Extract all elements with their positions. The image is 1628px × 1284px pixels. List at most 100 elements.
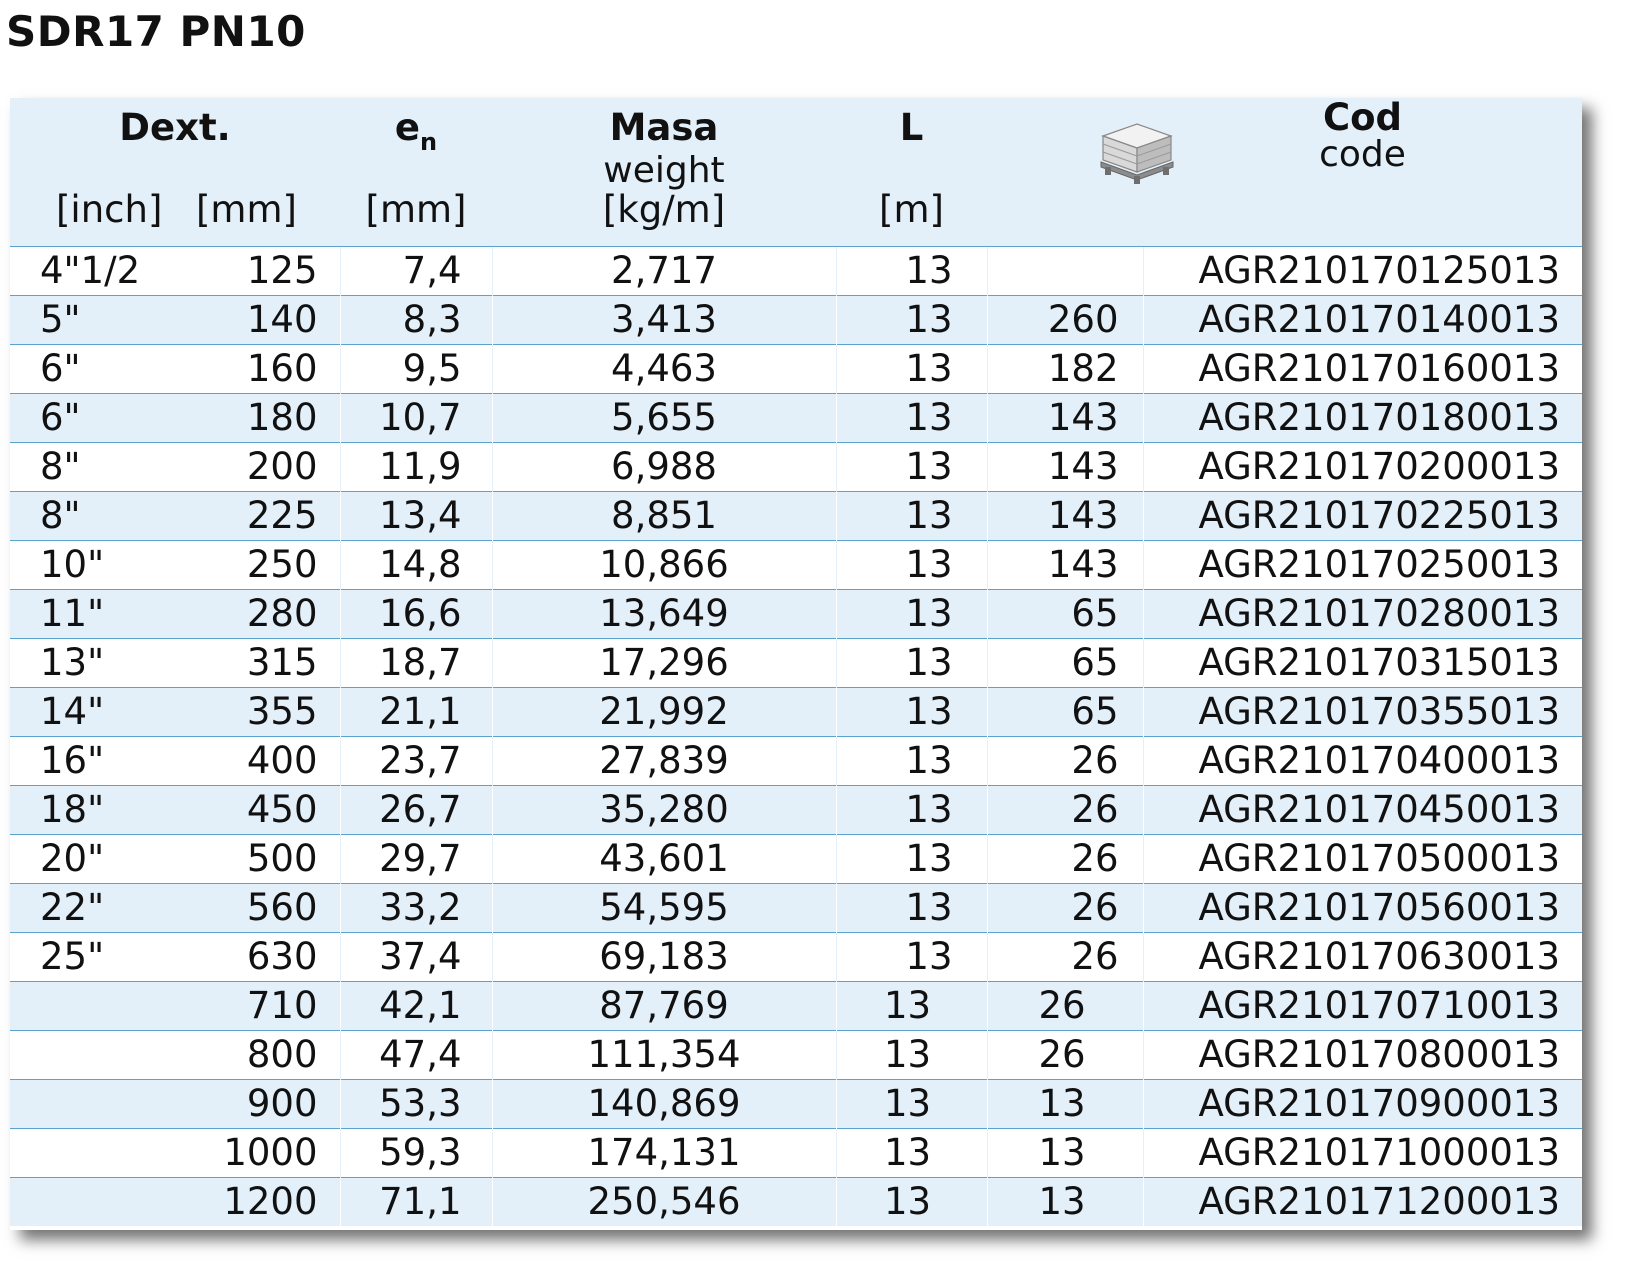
- cell-en: 37,4: [339, 932, 492, 982]
- cell-inch: 16": [10, 736, 175, 786]
- cell-masa: 43,601: [491, 834, 836, 884]
- cell-mm: 400: [175, 736, 340, 786]
- cell-en: 16,6: [339, 589, 492, 639]
- cell-length: 13: [835, 393, 987, 443]
- header-mm-unit: [mm]: [196, 188, 297, 231]
- table-row: 10" 250 14,8 10,866 13 143 AGR210170250013: [10, 540, 1582, 590]
- cell-code: AGR210171200013: [1142, 1177, 1582, 1226]
- cell-length: 13: [835, 295, 987, 345]
- cell-pallet-qty: 65: [986, 687, 1143, 737]
- cell-code: AGR210170280013: [1142, 589, 1582, 639]
- header-masa: Masa weight [kg/m]: [492, 98, 836, 247]
- cell-pallet-qty: 143: [986, 442, 1143, 492]
- cell-en: 42,1: [339, 981, 492, 1031]
- cell-mm: 250: [175, 540, 340, 590]
- cell-code: AGR210170140013: [1142, 295, 1582, 345]
- cell-pallet-qty: 143: [986, 393, 1143, 443]
- cell-inch: 20": [10, 834, 175, 884]
- cell-pallet-qty: 26: [986, 883, 1143, 933]
- header-l-label: L: [899, 106, 924, 149]
- cell-mm: 225: [175, 491, 340, 541]
- cell-pallet-qty: 26: [986, 834, 1143, 884]
- cell-length: 13: [835, 883, 987, 933]
- cell-mm: 450: [175, 785, 340, 835]
- cell-masa: 54,595: [491, 883, 836, 933]
- cell-en: 10,7: [339, 393, 492, 443]
- cell-inch: 22": [10, 883, 175, 933]
- cell-pallet-qty: 26: [986, 1030, 1143, 1080]
- cell-en: 21,1: [339, 687, 492, 737]
- header-cod-label: Cod: [1322, 98, 1403, 139]
- table-row: 710 42,1 87,769 13 26 AGR210170710013: [10, 981, 1582, 1031]
- cell-inch: [10, 1030, 175, 1080]
- cell-en: 9,5: [339, 344, 492, 394]
- header-code: Cod code: [987, 98, 1582, 247]
- cell-mm: 280: [175, 589, 340, 639]
- table-row: 25" 630 37,4 69,183 13 26 AGR210170630013: [10, 932, 1582, 982]
- cell-mm: 710: [175, 981, 340, 1031]
- cell-masa: 6,988: [491, 442, 836, 492]
- cell-code: AGR210170125013: [1142, 246, 1582, 296]
- cell-masa: 2,717: [491, 246, 836, 296]
- table-row: 5" 140 8,3 3,413 13 260 AGR210170140013: [10, 295, 1582, 345]
- cell-length: 13: [835, 1128, 987, 1178]
- cell-length: 13: [835, 785, 987, 835]
- header-en-sub: n: [420, 128, 438, 156]
- header-masa-label: Masa: [609, 106, 719, 149]
- cell-mm: 125: [175, 246, 340, 296]
- cell-pallet-qty: 13: [986, 1079, 1143, 1129]
- header-l-unit: [m]: [879, 188, 944, 231]
- table-row: 800 47,4 111,354 13 26 AGR210170800013: [10, 1030, 1582, 1080]
- table-row: 8" 200 11,9 6,988 13 143 AGR210170200013: [10, 442, 1582, 492]
- cell-masa: 13,649: [491, 589, 836, 639]
- cell-length: 13: [835, 1177, 987, 1226]
- cell-pallet-qty: [986, 246, 1143, 296]
- cell-code: AGR210170160013: [1142, 344, 1582, 394]
- header-dext: Dext. [inch] [mm]: [10, 98, 340, 247]
- table-row: 14" 355 21,1 21,992 13 65 AGR210170355013: [10, 687, 1582, 737]
- cell-code: AGR210170630013: [1142, 932, 1582, 982]
- cell-en: 29,7: [339, 834, 492, 884]
- cell-code: AGR210170500013: [1142, 834, 1582, 884]
- cell-masa: 3,413: [491, 295, 836, 345]
- cell-mm: 315: [175, 638, 340, 688]
- cell-en: 7,4: [339, 246, 492, 296]
- header-l: L [m]: [836, 98, 987, 247]
- cell-mm: 355: [175, 687, 340, 737]
- cell-length: 13: [835, 834, 987, 884]
- cell-length: 13: [835, 736, 987, 786]
- cell-mm: 180: [175, 393, 340, 443]
- cell-en: 11,9: [339, 442, 492, 492]
- cell-en: 8,3: [339, 295, 492, 345]
- cell-en: 26,7: [339, 785, 492, 835]
- header-weight-label: weight: [603, 150, 725, 191]
- cell-length: 13: [835, 1079, 987, 1129]
- table-row: 8" 225 13,4 8,851 13 143 AGR210170225013: [10, 491, 1582, 541]
- cell-pallet-qty: 143: [986, 491, 1143, 541]
- cell-inch: 8": [10, 491, 175, 541]
- cell-inch: 10": [10, 540, 175, 590]
- table-row: 20" 500 29,7 43,601 13 26 AGR210170500013: [10, 834, 1582, 884]
- cell-pallet-qty: 26: [986, 932, 1143, 982]
- cell-length: 13: [835, 442, 987, 492]
- table-row: 11" 280 16,6 13,649 13 65 AGR210170280013: [10, 589, 1582, 639]
- cell-code: AGR210171000013: [1142, 1128, 1582, 1178]
- cell-length: 13: [835, 932, 987, 982]
- cell-pallet-qty: 26: [986, 981, 1143, 1031]
- cell-code: AGR210170225013: [1142, 491, 1582, 541]
- cell-inch: 5": [10, 295, 175, 345]
- cell-pallet-qty: 65: [986, 589, 1143, 639]
- cell-pallet-qty: 182: [986, 344, 1143, 394]
- header-en-label: en: [340, 106, 492, 156]
- cell-code: AGR210170355013: [1142, 687, 1582, 737]
- page-title: SDR17 PN10: [6, 7, 306, 56]
- cell-pallet-qty: 260: [986, 295, 1143, 345]
- table-row: 16" 400 23,7 27,839 13 26 AGR210170400013: [10, 736, 1582, 786]
- cell-en: 47,4: [339, 1030, 492, 1080]
- cell-length: 13: [835, 1030, 987, 1080]
- cell-mm: 500: [175, 834, 340, 884]
- cell-masa: 111,354: [491, 1030, 836, 1080]
- cell-en: 53,3: [339, 1079, 492, 1129]
- cell-length: 13: [835, 344, 987, 394]
- header-en: en [mm]: [340, 98, 492, 247]
